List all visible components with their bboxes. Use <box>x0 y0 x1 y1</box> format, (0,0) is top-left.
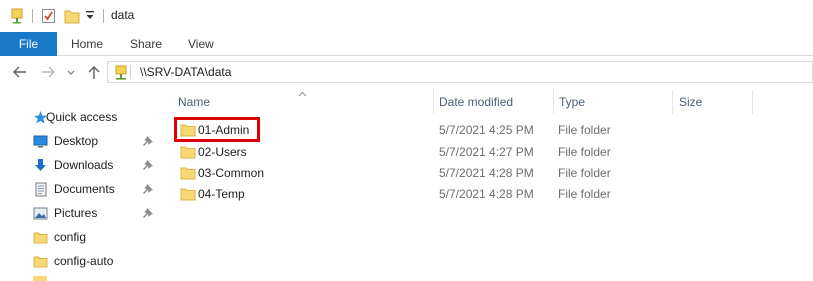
nav-item-desktop[interactable]: Desktop <box>26 131 161 153</box>
pin-icon[interactable] <box>142 207 154 219</box>
properties-icon[interactable] <box>10 8 24 27</box>
back-arrow-icon[interactable] <box>12 63 28 81</box>
nav-label: Pictures <box>54 206 98 220</box>
nav-label: Downloads <box>54 158 114 172</box>
tab-file[interactable]: File <box>0 32 57 56</box>
pin-icon[interactable] <box>142 183 154 195</box>
nav-item-pictures[interactable]: Pictures <box>26 203 161 225</box>
highlight-box <box>174 117 260 142</box>
documents-icon <box>33 182 48 197</box>
folder-icon <box>180 188 196 201</box>
checkmark-icon[interactable] <box>41 8 56 27</box>
folder-icon <box>180 146 196 159</box>
tab-home[interactable]: Home <box>71 32 103 56</box>
nav-item-quick-access[interactable]: Quick access <box>26 107 161 129</box>
nav-label: Quick access <box>46 110 118 124</box>
folder-icon <box>33 254 48 269</box>
file-row[interactable]: 01-Admin 5/7/2021 4:25 PM File folder <box>174 120 774 142</box>
download-arrow-icon <box>33 158 48 173</box>
customize-dropdown-icon[interactable] <box>85 10 95 25</box>
file-row[interactable]: 03-Common 5/7/2021 4:28 PM File folder <box>174 163 774 185</box>
column-divider[interactable] <box>433 90 434 114</box>
separator <box>103 9 104 23</box>
forward-arrow-icon[interactable] <box>40 63 56 81</box>
network-drive-icon <box>114 65 128 84</box>
file-date-modified: 5/7/2021 4:25 PM <box>439 123 534 137</box>
tab-share[interactable]: Share <box>130 32 162 56</box>
column-divider[interactable] <box>752 90 753 114</box>
nav-item-config[interactable]: config <box>26 227 161 249</box>
nav-label: Desktop <box>54 134 99 148</box>
file-date-modified: 5/7/2021 4:28 PM <box>439 166 534 180</box>
folder-icon <box>33 276 47 281</box>
column-header-size[interactable]: Size <box>679 95 702 109</box>
file-type: File folder <box>558 187 611 201</box>
address-path: \\SRV-DATA\data <box>140 65 232 79</box>
tab-view[interactable]: View <box>188 32 214 56</box>
column-divider[interactable] <box>553 90 554 114</box>
up-arrow-icon[interactable] <box>86 63 102 81</box>
nav-label: Documents <box>54 182 115 196</box>
file-date-modified: 5/7/2021 4:28 PM <box>439 187 534 201</box>
sort-ascending-icon <box>298 86 307 100</box>
desktop-icon <box>33 134 48 149</box>
file-type: File folder <box>558 166 611 180</box>
file-row[interactable]: 04-Temp 5/7/2021 4:28 PM File folder <box>174 184 774 206</box>
file-date-modified: 5/7/2021 4:27 PM <box>439 145 534 159</box>
folder-icon <box>180 167 196 180</box>
new-folder-icon[interactable] <box>64 8 80 27</box>
nav-item-config-auto[interactable]: config-auto <box>26 251 161 273</box>
nav-label: config <box>54 230 87 244</box>
nav-item-documents[interactable]: Documents <box>26 179 161 201</box>
column-header-name[interactable]: Name <box>178 95 210 109</box>
file-type: File folder <box>558 145 611 159</box>
separator <box>32 9 33 23</box>
file-name: 02-Users <box>198 145 247 159</box>
file-name: 04-Temp <box>198 187 245 201</box>
column-header-type[interactable]: Type <box>559 95 585 109</box>
pictures-icon <box>33 206 48 221</box>
folder-icon <box>33 230 48 245</box>
nav-label: config-auto <box>54 254 114 268</box>
ribbon-tabs: File Home Share View <box>0 32 813 56</box>
file-row[interactable]: 02-Users 5/7/2021 4:27 PM File folder <box>174 142 774 164</box>
column-divider[interactable] <box>672 90 673 114</box>
title-bar: data <box>0 0 813 32</box>
pin-icon[interactable] <box>142 159 154 171</box>
window-title: data <box>111 8 135 22</box>
pin-icon[interactable] <box>142 135 154 147</box>
separator <box>130 65 131 79</box>
file-type: File folder <box>558 123 611 137</box>
file-name: 03-Common <box>198 166 265 180</box>
column-header-date-modified[interactable]: Date modified <box>439 95 513 109</box>
recent-locations-chevron-icon[interactable] <box>66 63 76 81</box>
nav-item-downloads[interactable]: Downloads <box>26 155 161 177</box>
